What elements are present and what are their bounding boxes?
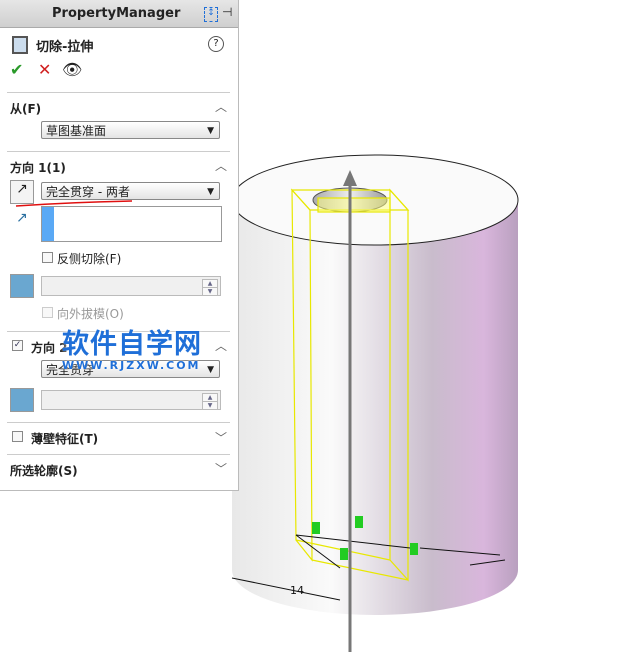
direction1-section-label: 方向 1(1) <box>10 161 66 175</box>
dimension-value: 14 <box>290 584 304 597</box>
help-button[interactable]: ? <box>208 36 224 52</box>
preview-eye-icon[interactable]: 👁 <box>62 60 82 79</box>
collapse-from-chevron-icon[interactable]: ︿ <box>215 98 227 115</box>
watermark: 软件自学网 WWW.RJZXW.COM <box>62 322 202 372</box>
direction-vector-icon: ↗ <box>16 210 28 226</box>
spin-down-button[interactable]: ▼ <box>202 401 218 410</box>
end-condition-value: 完全贯穿 - 两者 <box>46 185 130 199</box>
draft-outward-checkbox <box>42 307 53 318</box>
watermark-title: 软件自学网 <box>62 329 202 360</box>
cancel-button[interactable]: ✕ <box>38 60 51 79</box>
cut-extrude-icon <box>12 36 28 54</box>
draft-angle-input[interactable]: ▲ ▼ <box>41 276 221 296</box>
flip-side-cut-label: 反侧切除(F) <box>57 252 122 266</box>
property-manager-header: PropertyManager ↕ ⊣ <box>0 0 238 28</box>
flip-side-cut-checkbox[interactable] <box>42 252 53 263</box>
spin-down-button[interactable]: ▼ <box>202 287 218 296</box>
cylinder-body <box>231 154 519 615</box>
direction2-draft-toggle-button[interactable] <box>10 388 34 412</box>
property-manager: PropertyManager ↕ ⊣ 切除-拉伸 ? ✔ ✕ 👁 从(F) ︿… <box>0 0 239 491</box>
from-section-label: 从(F) <box>10 102 42 116</box>
expand-thin-feature-chevron-icon[interactable]: ﹀ <box>215 429 227 446</box>
draft-outward-label: 向外拔模(O) <box>57 307 124 321</box>
from-dropdown[interactable]: 草图基准面 ▼ <box>41 121 220 139</box>
watermark-url: WWW.RJZXW.COM <box>62 359 201 372</box>
dropdown-arrow-icon: ▼ <box>207 187 214 197</box>
collapse-direction2-chevron-icon[interactable]: ︿ <box>215 337 227 354</box>
feature-name: 切除-拉伸 <box>36 40 94 55</box>
expand-contours-chevron-icon[interactable]: ﹀ <box>215 460 227 477</box>
selected-contours-label: 所选轮廓(S) <box>10 464 78 478</box>
collapse-direction1-chevron-icon[interactable]: ︿ <box>215 157 227 174</box>
dropdown-arrow-icon: ▼ <box>207 126 214 136</box>
draft-toggle-button[interactable] <box>10 274 34 298</box>
thin-feature-label: 薄壁特征(T) <box>31 432 99 446</box>
from-value: 草图基准面 <box>46 124 107 138</box>
direction2-checkbox[interactable]: ✓ <box>12 340 23 351</box>
thin-feature-checkbox[interactable] <box>12 431 23 442</box>
ok-button[interactable]: ✔ <box>10 60 23 79</box>
direction-selection-box[interactable] <box>41 206 222 242</box>
expand-icon[interactable]: ↕ <box>204 7 218 22</box>
pin-icon[interactable]: ⊣ <box>222 5 232 19</box>
dropdown-arrow-icon: ▼ <box>207 365 214 375</box>
property-manager-title: PropertyManager <box>52 6 181 21</box>
direction2-draft-angle-input[interactable]: ▲ ▼ <box>41 390 221 410</box>
